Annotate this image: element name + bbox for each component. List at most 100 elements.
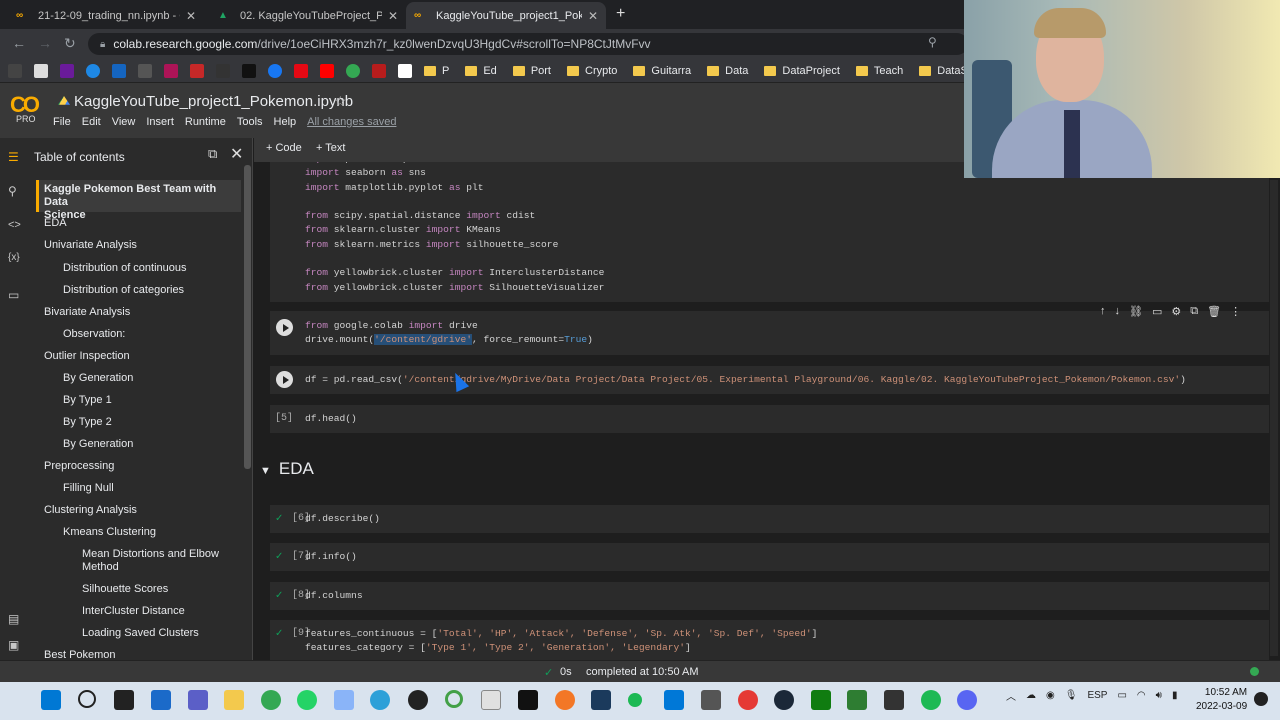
bookmark-icon[interactable] <box>294 63 308 78</box>
browser-tab-3[interactable]: ∞ KaggleYouTube_project1_Pokemo ✕ <box>406 2 606 29</box>
discord-icon[interactable] <box>957 690 977 710</box>
cell-code[interactable]: df.head() <box>305 412 357 426</box>
bookmark-folder[interactable]: Data <box>707 65 748 77</box>
code-snippets-icon[interactable]: <> <box>8 219 21 231</box>
whatsapp-icon[interactable] <box>297 690 317 710</box>
mirror-cell-icon[interactable]: ⧉ <box>1190 305 1198 318</box>
bookmark-icon[interactable] <box>190 63 204 78</box>
toc-item[interactable]: Preprocessing <box>44 460 114 473</box>
toc-item[interactable]: Outlier Inspection <box>44 350 130 363</box>
move-up-icon[interactable]: ↑ <box>1100 305 1106 318</box>
display-icon[interactable]: ▭ <box>1117 690 1126 701</box>
start-icon[interactable] <box>41 690 61 710</box>
cell-code[interactable]: df = pd.read_csv('/content/gdrive/MyDriv… <box>305 373 1186 387</box>
menu-file[interactable]: File <box>53 116 71 128</box>
toc-item[interactable]: By Type 2 <box>63 416 112 429</box>
menu-insert[interactable]: Insert <box>146 116 174 128</box>
menu-view[interactable]: View <box>112 116 136 128</box>
link-icon[interactable]: ⛓ <box>1129 305 1143 318</box>
menu-edit[interactable]: Edit <box>82 116 101 128</box>
collapse-icon[interactable]: ▼ <box>260 465 271 477</box>
bookmark-folder[interactable]: DataProject <box>764 65 840 77</box>
battery-icon[interactable]: ▮ <box>1172 690 1178 701</box>
volume-icon[interactable]: 🔊︎ <box>1156 690 1162 701</box>
toc-scrollbar[interactable] <box>244 165 251 469</box>
cell-code[interactable]: from google.colab import drive drive.mou… <box>305 319 593 348</box>
run-cell-button[interactable] <box>276 371 293 388</box>
close-icon[interactable]: ✕ <box>588 9 598 23</box>
bookmark-icon[interactable] <box>60 63 74 78</box>
code-cell-imports[interactable]: import pandas as pdimport seaborn as sns… <box>270 162 1269 302</box>
run-cell-button[interactable] <box>276 319 293 336</box>
forward-icon[interactable]: → <box>38 35 52 51</box>
bookmark-icon[interactable] <box>268 63 282 78</box>
app-icon[interactable] <box>628 693 642 707</box>
toc-item[interactable]: Distribution of categories <box>63 284 184 297</box>
files-icon[interactable]: ▭ <box>8 288 19 302</box>
search-icon[interactable] <box>78 690 96 708</box>
bookmark-icon[interactable] <box>86 63 100 78</box>
code-cell-describe[interactable]: ✓ [6] df.describe() <box>270 505 1269 533</box>
toc-item[interactable]: EDA <box>44 217 67 230</box>
toc-icon[interactable]: ☰ <box>8 150 19 164</box>
terminal-icon[interactable] <box>518 690 538 710</box>
settings-icon[interactable]: ⚙ <box>1171 305 1181 318</box>
app-icon[interactable] <box>370 690 390 710</box>
status-text[interactable]: completed at 10:50 AM <box>586 666 699 678</box>
close-icon[interactable]: ✕ <box>230 144 243 164</box>
bookmark-icon[interactable] <box>164 63 178 78</box>
toc-item[interactable]: Filling Null <box>63 482 114 495</box>
move-down-icon[interactable]: ↓ <box>1115 305 1121 318</box>
bookmark-icon[interactable] <box>216 63 230 78</box>
app-icon[interactable] <box>334 690 354 710</box>
menu-runtime[interactable]: Runtime <box>185 116 226 128</box>
notebook-title[interactable]: KaggleYouTube_project1_Pokemon.ipynb <box>58 93 353 110</box>
toc-item[interactable]: By Generation <box>63 372 133 385</box>
new-tab-button[interactable]: + <box>616 5 625 23</box>
calculator-icon[interactable] <box>701 690 721 710</box>
comment-icon[interactable]: ▭ <box>1152 305 1162 318</box>
bookmark-icon[interactable] <box>34 63 48 78</box>
xbox-icon[interactable] <box>811 690 831 710</box>
menu-help[interactable]: Help <box>274 116 297 128</box>
app-icon[interactable] <box>847 690 867 710</box>
cell-code[interactable]: df.info() <box>305 550 357 564</box>
toc-item[interactable]: Observation: <box>63 328 125 341</box>
code-cell-features[interactable]: ✓ [9] features_continuous = ['Total', 'H… <box>270 620 1269 660</box>
cell-code[interactable]: df.columns <box>305 589 363 603</box>
app-icon[interactable] <box>445 690 463 708</box>
toc-item[interactable]: InterCluster Distance <box>82 605 185 618</box>
variables-icon[interactable]: {x} <box>8 252 20 263</box>
chrome-icon[interactable] <box>261 690 281 710</box>
command-palette-icon[interactable]: ▤ <box>8 612 19 626</box>
bookmark-icon[interactable] <box>112 63 126 78</box>
app-icon[interactable] <box>738 690 758 710</box>
cloud-icon[interactable]: ☁ <box>1026 690 1036 701</box>
notification-icon[interactable] <box>1254 692 1268 706</box>
chevron-up-icon[interactable]: ︿ <box>1006 688 1016 703</box>
menu-tools[interactable]: Tools <box>237 116 263 128</box>
colab-logo[interactable]: CO <box>10 92 44 117</box>
bookmark-icon[interactable] <box>8 63 22 78</box>
toc-item[interactable]: Clustering Analysis <box>44 504 137 517</box>
jupyter-icon[interactable] <box>555 690 575 710</box>
code-cell-info[interactable]: ✓ [7] df.info() <box>270 543 1269 571</box>
add-text-button[interactable]: + Text <box>316 142 345 154</box>
bookmark-icon[interactable] <box>372 63 386 78</box>
microphone-icon[interactable]: 🎙︎ <box>1065 690 1078 701</box>
reload-icon[interactable]: ↻ <box>64 35 76 52</box>
close-icon[interactable]: ✕ <box>186 9 196 23</box>
cell-code[interactable]: import pandas as pdimport seaborn as sns… <box>305 162 604 295</box>
cell-code[interactable]: features_continuous = ['Total', 'HP', 'A… <box>305 627 817 656</box>
zoom-icon[interactable]: ⚲ <box>928 35 937 49</box>
bookmark-icon[interactable] <box>138 63 152 78</box>
chat-icon[interactable] <box>188 690 208 710</box>
code-cell-head[interactable]: [5] df.head() <box>270 405 1269 433</box>
save-status[interactable]: All changes saved <box>307 116 396 128</box>
more-icon[interactable]: ⋮ <box>1230 305 1241 318</box>
app-icon[interactable] <box>481 690 501 710</box>
add-code-button[interactable]: + Code <box>266 142 302 154</box>
spotify-icon[interactable] <box>921 690 941 710</box>
toc-item[interactable]: Loading Saved Clusters <box>82 627 199 640</box>
browser-tab-2[interactable]: ▲ 02. KaggleYouTubeProject_Pokemon ✕ <box>210 2 406 29</box>
